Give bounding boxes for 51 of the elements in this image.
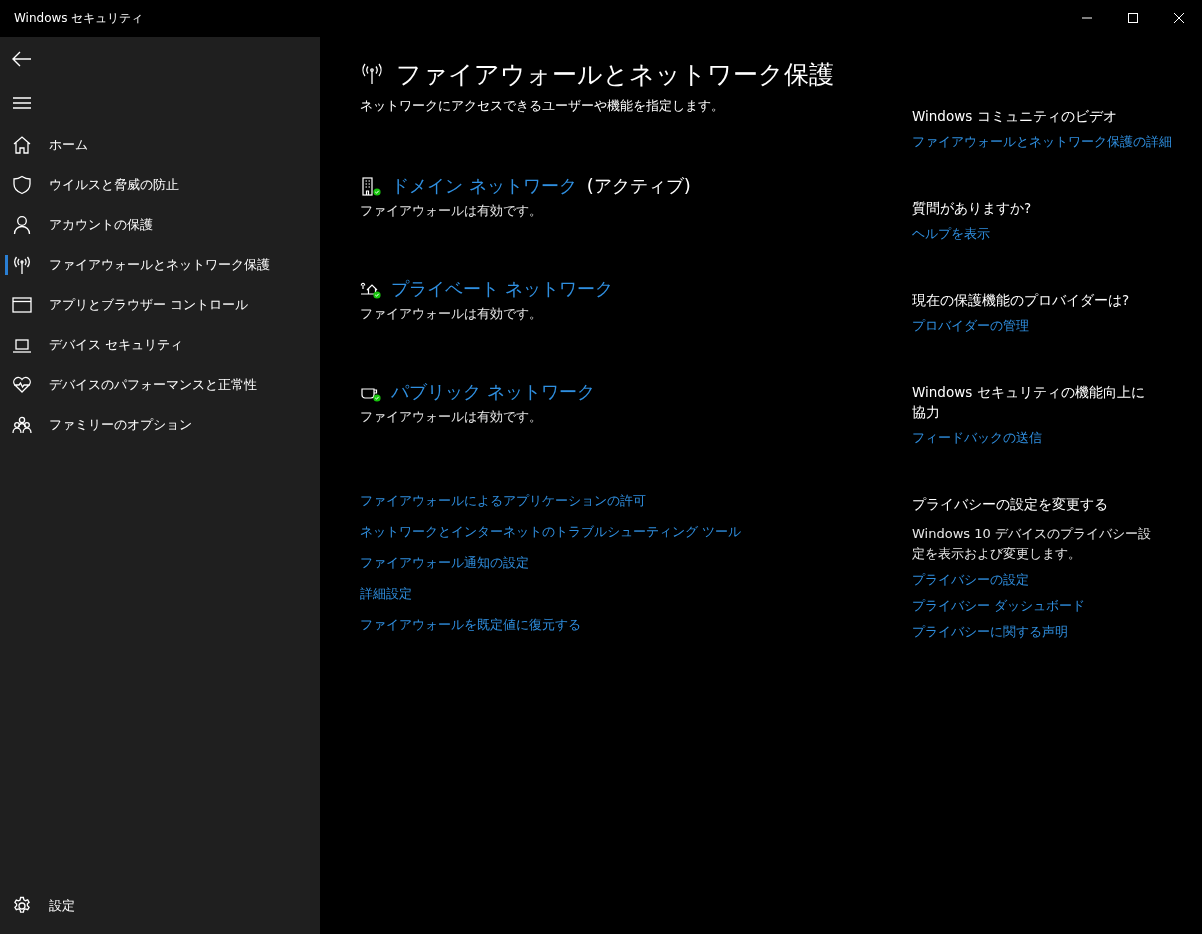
window-title: Windows セキュリティ xyxy=(13,9,145,27)
section-heading: 現在の保護機能のプロバイダーは? xyxy=(912,291,1131,310)
section-heading: Windows セキュリティの機能向上に協力 xyxy=(912,383,1146,422)
link[interactable]: 詳細設定 xyxy=(360,584,412,604)
maximize-icon xyxy=(1127,12,1139,24)
link[interactable]: フィードバックの送信 xyxy=(912,428,1042,448)
link[interactable]: プライバシーの設定 xyxy=(912,570,1029,590)
link[interactable]: ヘルプを表示 xyxy=(912,224,990,244)
section-heading: 質問がありますか? xyxy=(912,199,1033,218)
link[interactable]: プライバシーに関する声明 xyxy=(912,622,1068,642)
settings-button[interactable]: 設定 xyxy=(0,886,320,926)
link[interactable]: ファイアウォールとネットワーク保護の詳細 xyxy=(912,132,1172,152)
building-icon xyxy=(360,176,382,196)
people-icon xyxy=(12,415,32,435)
network-status-text: ファイアウォールは有効です。 xyxy=(360,306,543,323)
network-link[interactable]: パブリック ネットワーク xyxy=(391,380,595,404)
link[interactable]: ファイアウォールによるアプリケーションの許可 xyxy=(360,491,646,511)
home-icon xyxy=(12,135,32,155)
nav-item[interactable]: ファミリーのオプション xyxy=(0,405,320,445)
link[interactable]: ネットワークとインターネットのトラブルシューティング ツール xyxy=(360,522,741,542)
nav-item[interactable]: デバイスのパフォーマンスと正常性 xyxy=(0,365,320,405)
network-link[interactable]: プライベート ネットワーク xyxy=(391,277,613,301)
link[interactable]: プロバイダーの管理 xyxy=(912,316,1029,336)
nav-item[interactable]: アカウントの保護 xyxy=(0,205,320,245)
nav-item[interactable]: デバイス セキュリティ xyxy=(0,325,320,365)
antenna-icon xyxy=(12,255,32,275)
section-description: Windows 10 デバイスのプライバシー設定を表示および変更します。 xyxy=(912,525,1152,563)
page-description: ネットワークにアクセスできるユーザーや機能を指定します。 xyxy=(360,98,725,115)
settings-icon xyxy=(12,896,32,916)
link[interactable]: ファイアウォール通知の設定 xyxy=(360,553,529,573)
person-icon xyxy=(12,215,32,235)
window-icon xyxy=(12,295,32,315)
shield-icon xyxy=(12,175,32,195)
network-status-text: ファイアウォールは有効です。 xyxy=(360,409,543,426)
link[interactable]: ファイアウォールを既定値に復元する xyxy=(360,615,581,635)
menu-icon xyxy=(13,97,31,109)
page-title: ファイアウォールとネットワーク保護 xyxy=(396,58,834,91)
back-arrow-icon xyxy=(12,51,32,67)
nav-item[interactable]: ウイルスと脅威の防止 xyxy=(0,165,320,205)
nav-item[interactable]: ホーム xyxy=(0,125,320,165)
network-link[interactable]: ドメイン ネットワーク xyxy=(391,174,577,198)
antenna-icon xyxy=(360,63,384,85)
network-status: (アクティブ) xyxy=(586,174,691,198)
nav-item[interactable]: アプリとブラウザー コントロール xyxy=(0,285,320,325)
link[interactable]: プライバシー ダッシュボード xyxy=(912,596,1085,616)
section-heading: プライバシーの設定を変更する xyxy=(912,495,1109,514)
heart-icon xyxy=(12,375,32,395)
network-status-text: ファイアウォールは有効です。 xyxy=(360,203,543,220)
nav-item[interactable]: ファイアウォールとネットワーク保護 xyxy=(0,245,320,285)
close-icon xyxy=(1173,12,1185,24)
section-heading: Windows コミュニティのビデオ xyxy=(912,107,1118,126)
